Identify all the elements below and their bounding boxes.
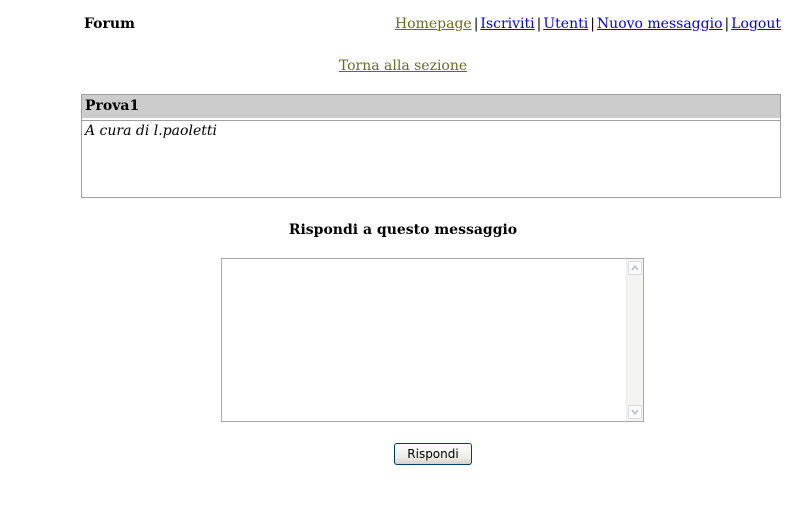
nav-link-utenti[interactable]: Utenti <box>543 16 588 32</box>
reply-textarea-container <box>221 258 644 422</box>
chevron-down-icon <box>631 409 639 415</box>
reply-heading: Rispondi a questo messaggio <box>288 222 518 238</box>
site-title: Forum <box>84 16 135 32</box>
nav-link-homepage[interactable]: Homepage <box>395 16 472 32</box>
message-title: Prova1 <box>82 95 780 120</box>
back-to-section-link[interactable]: Torna alla sezione <box>339 58 467 74</box>
top-navigation: Homepage | Iscriviti | Utenti | Nuovo messaggi… <box>395 15 781 33</box>
chevron-up-icon <box>631 265 639 271</box>
nav-link-nuovo-messaggio[interactable]: Nuovo messaggio <box>597 16 723 32</box>
reply-button[interactable]: Rispondi <box>394 443 472 465</box>
nav-separator: | <box>724 16 730 32</box>
nav-link-logout[interactable]: Logout <box>731 16 781 32</box>
scroll-down-button[interactable] <box>628 405 642 419</box>
reply-textarea[interactable] <box>222 259 626 421</box>
nav-link-iscriviti[interactable]: Iscriviti <box>480 16 534 32</box>
textarea-scrollbar[interactable] <box>626 259 643 421</box>
message-box: Prova1 A cura di l.paoletti <box>81 94 781 198</box>
back-link-container: Torna alla sezione <box>0 57 806 75</box>
scroll-up-button[interactable] <box>628 261 642 275</box>
message-author: A cura di l.paoletti <box>85 123 217 139</box>
nav-separator: | <box>590 16 595 32</box>
